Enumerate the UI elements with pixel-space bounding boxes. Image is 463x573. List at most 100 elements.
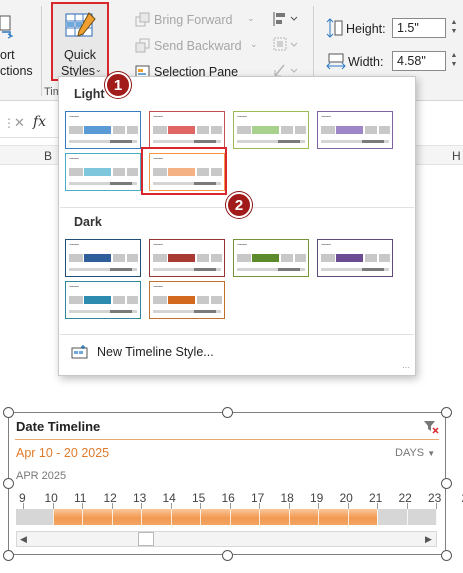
thumb-wave: ~~~: [321, 242, 331, 249]
light-style-4[interactable]: ~~~: [317, 111, 393, 149]
bring-forward-button[interactable]: Bring Forward: [154, 13, 233, 27]
quick-styles-gallery: Light ~~~ ~~~ ~~~ ~~~ ~~~ ~~~ Dark ~~~ ~~~ ~~~ ~…: [58, 76, 416, 376]
resize-handle-bottom-left[interactable]: [3, 550, 14, 561]
scroll-right-icon[interactable]: ▶: [425, 534, 432, 545]
column-header-h[interactable]: H: [452, 149, 461, 163]
new-timeline-style-menu-item[interactable]: New Timeline Style...: [59, 339, 415, 365]
resize-grip-icon[interactable]: ⋯: [402, 363, 410, 372]
thumb-gray-cell: [153, 254, 167, 262]
resize-handle-top-left[interactable]: [3, 407, 14, 418]
send-backward-button[interactable]: Send Backward: [154, 39, 242, 53]
thumb-wave: ~~~: [237, 242, 247, 249]
scroll-left-icon[interactable]: ◀: [20, 534, 27, 545]
timeline-title: Date Timeline: [16, 419, 101, 434]
thumb-gray-cell: [113, 296, 125, 304]
thumb-wave: ~~~: [321, 114, 331, 121]
resize-handle-top-center[interactable]: [222, 407, 233, 418]
thumb-gray-cell: [295, 254, 306, 262]
resize-handle-bottom-right[interactable]: [441, 550, 452, 561]
thumb-gray-cell: [113, 126, 125, 134]
dark-style-5[interactable]: ~~~: [65, 281, 141, 319]
resize-handle-top-right[interactable]: [441, 407, 452, 418]
thumb-gray-cell: [153, 126, 167, 134]
thumb-gray-cell: [379, 254, 390, 262]
thumb-wave: ~~~: [237, 114, 247, 121]
resize-handle-middle-left[interactable]: [3, 478, 14, 489]
thumb-wave: ~~~: [153, 114, 163, 121]
import-label-2[interactable]: ctions: [0, 64, 33, 78]
quick-styles-label-1: Quick: [64, 48, 96, 62]
quick-styles-button[interactable]: Quick Styles ⌄: [51, 2, 109, 81]
thumb-scroll-thumb: [110, 268, 132, 271]
height-input[interactable]: [392, 18, 446, 38]
dark-style-3[interactable]: ~~~: [233, 239, 309, 277]
timeline-day-label: 13: [133, 491, 147, 505]
thumb-color-cell: [168, 296, 195, 304]
width-label: Width:: [348, 55, 384, 69]
import-icon[interactable]: [0, 14, 16, 40]
timeline-day-separator: [82, 509, 83, 525]
thumb-color-cell: [252, 126, 279, 134]
thumb-scroll-thumb: [362, 268, 384, 271]
timeline-day-label: 20: [339, 491, 353, 505]
menu-divider: [60, 334, 414, 335]
clear-filter-icon[interactable]: [423, 419, 439, 435]
timeline-day-separator: [200, 509, 201, 525]
quick-styles-icon: [65, 12, 96, 37]
timeline-day-label: 16: [221, 491, 235, 505]
thumb-gray-cell: [211, 254, 222, 262]
timeline-day-separator: [318, 509, 319, 525]
light-style-2[interactable]: ~~~: [149, 111, 225, 149]
dark-style-4[interactable]: ~~~: [317, 239, 393, 277]
dark-style-1[interactable]: ~~~: [65, 239, 141, 277]
timeline-day-label: 12: [103, 491, 117, 505]
import-label-1[interactable]: ort: [0, 48, 15, 62]
align-icon[interactable]: [272, 10, 300, 28]
thumb-color-cell: [84, 126, 111, 134]
width-spinner[interactable]: ▲ ▼: [448, 51, 460, 71]
height-label: Height:: [346, 22, 386, 36]
resize-handle-bottom-center[interactable]: [222, 550, 233, 561]
dark-style-2[interactable]: ~~~: [149, 239, 225, 277]
thumb-gray-cell: [281, 254, 293, 262]
light-style-1[interactable]: ~~~: [65, 111, 141, 149]
excel-window: ort ctions Quick Styles ⌄ Tim Bring Forw: [0, 0, 463, 573]
timeline-day-label: 19: [310, 491, 324, 505]
width-input[interactable]: [392, 51, 446, 71]
column-header-b[interactable]: B: [44, 149, 52, 163]
date-timeline-slicer[interactable]: Date Timeline Apr 10 - 20 2025 DAYS ▼ AP…: [8, 412, 463, 555]
timeline-day-label: 17: [251, 491, 265, 505]
time-level-dropdown[interactable]: DAYS ▼: [395, 447, 435, 459]
thumb-gray-cell: [197, 296, 209, 304]
fx-button[interactable]: fx: [33, 114, 46, 130]
thumb-gray-cell: [113, 168, 125, 176]
thumb-wave: ~~~: [69, 284, 79, 291]
light-style-5[interactable]: ~~~: [65, 153, 141, 191]
thumb-color-cell: [168, 254, 195, 262]
timeline-day-separator: [141, 509, 142, 525]
timeline-day-separator: [170, 509, 172, 525]
timeline-track[interactable]: [16, 509, 437, 525]
height-spinner[interactable]: ▲ ▼: [448, 18, 460, 38]
thumb-scroll-thumb: [194, 310, 216, 313]
group-icon[interactable]: [272, 36, 300, 54]
thumb-wave: ~~~: [69, 114, 79, 121]
timeline-scrollbar[interactable]: ◀ ▶: [16, 531, 437, 547]
light-style-3[interactable]: ~~~: [233, 111, 309, 149]
thumb-wave: ~~~: [153, 284, 163, 291]
timeline-day-label: 15: [192, 491, 206, 505]
thumb-scroll-thumb: [362, 140, 384, 143]
thumb-gray-cell: [211, 296, 222, 304]
resize-handle-middle-right[interactable]: [441, 478, 452, 489]
thumb-color-cell: [84, 168, 111, 176]
thumb-scroll-thumb: [278, 140, 300, 143]
scroll-thumb[interactable]: [138, 532, 154, 546]
new-timeline-style-label: New Timeline Style...: [97, 345, 214, 359]
timeline-day-label: 21: [369, 491, 383, 505]
cancel-icon[interactable]: ✕: [14, 115, 25, 131]
dark-style-6[interactable]: ~~~: [149, 281, 225, 319]
thumb-gray-cell: [281, 126, 293, 134]
ribbon-separator: [41, 6, 42, 96]
timeline-selection-bar[interactable]: [52, 509, 377, 525]
thumb-scroll-thumb: [194, 140, 216, 143]
